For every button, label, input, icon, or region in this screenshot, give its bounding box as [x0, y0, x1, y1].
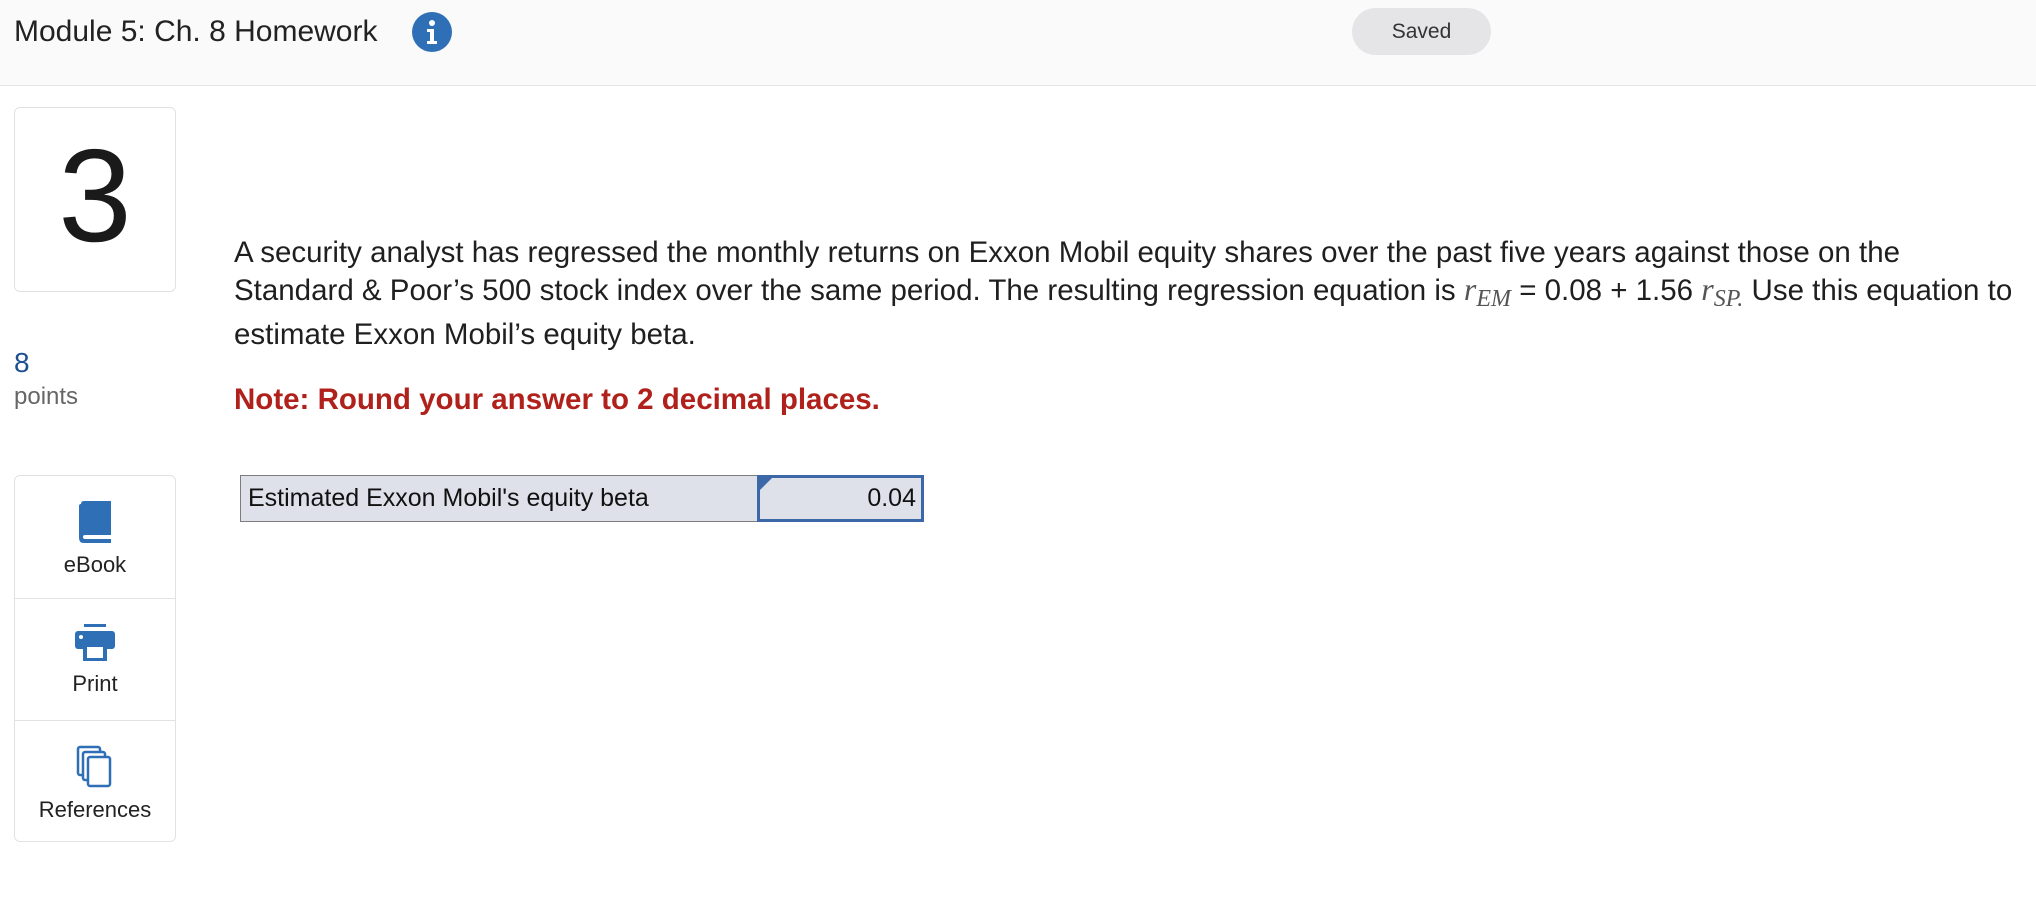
question-text: A security analyst has regressed the mon… [234, 235, 2024, 353]
equation-middle: = 0.08 + 1.56 [1511, 274, 1702, 307]
answer-row-label: Estimated Exxon Mobil's equity beta [240, 475, 758, 522]
equation-term-rem: rEM [1463, 271, 1511, 312]
book-icon [79, 501, 111, 543]
references-button[interactable]: References [15, 720, 175, 841]
ebook-label: eBook [63, 552, 127, 577]
references-label: References [38, 797, 152, 822]
ebook-button[interactable]: eBook [15, 476, 175, 598]
question-number: 3 [58, 121, 132, 269]
equity-beta-input[interactable]: 0.04 [757, 475, 924, 522]
tools-panel: eBook Print References [14, 475, 176, 842]
points-value: 8 [14, 347, 30, 378]
print-button[interactable]: Print [15, 598, 175, 720]
question-number-box: 3 [14, 107, 176, 292]
info-icon[interactable] [412, 12, 452, 52]
cell-indicator-icon [760, 478, 772, 490]
equity-beta-value: 0.04 [867, 484, 916, 512]
equation-term-rsp: rSP. [1701, 271, 1744, 312]
printer-icon [75, 624, 115, 661]
points-label: points [14, 383, 79, 410]
top-bar: Module 5: Ch. 8 Homework Saved [0, 0, 2036, 86]
print-label: Print [72, 671, 118, 696]
documents-icon [76, 745, 112, 788]
answer-table: Estimated Exxon Mobil's equity beta 0.04 [240, 475, 924, 522]
saved-status-badge: Saved [1352, 8, 1491, 55]
rounding-note: Note: Round your answer to 2 decimal pla… [234, 383, 880, 416]
page-title: Module 5: Ch. 8 Homework [14, 15, 378, 48]
